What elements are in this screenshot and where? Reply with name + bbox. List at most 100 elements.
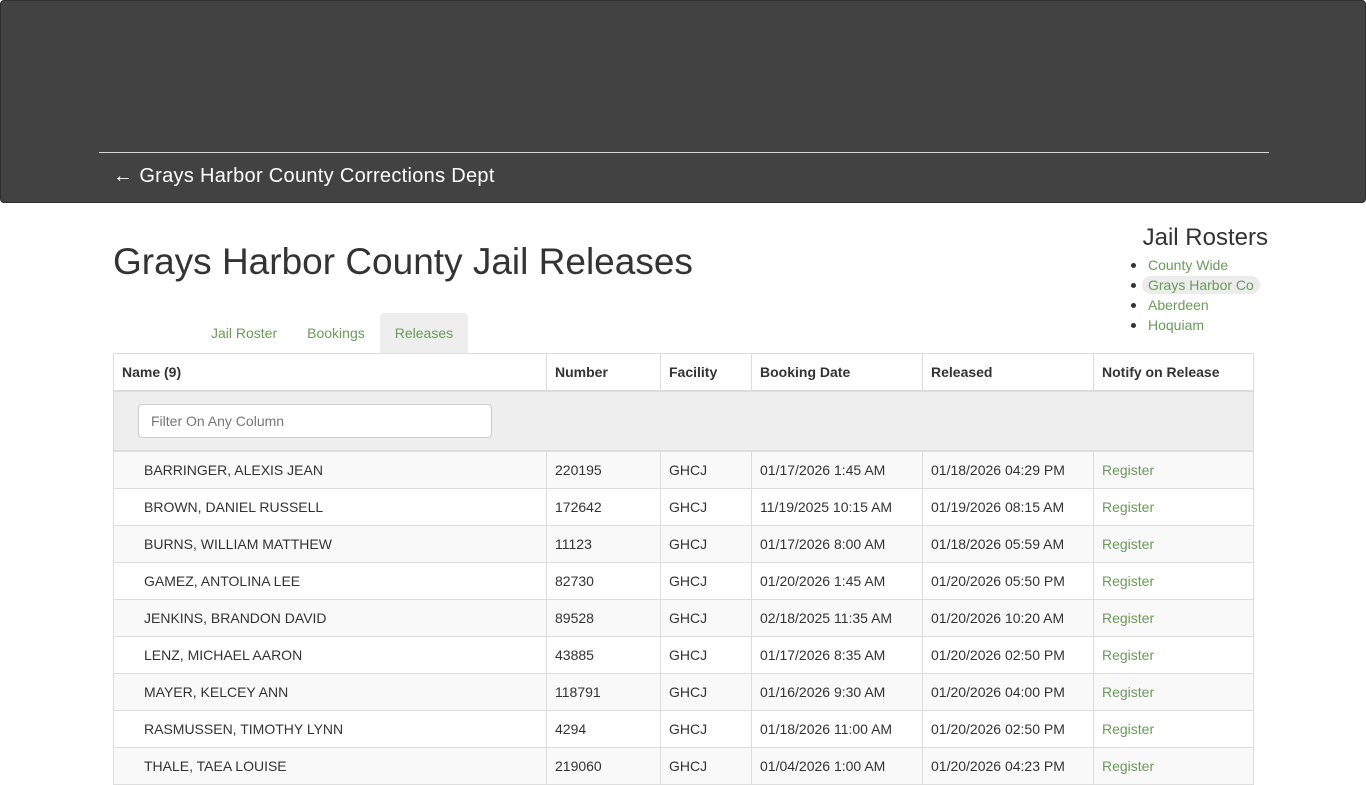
table-row: BURNS, WILLIAM MATTHEW 11123 GHCJ 01/17/202… xyxy=(113,525,1254,563)
booking-number-cell: 82730 xyxy=(546,562,661,600)
notify-cell: Register xyxy=(1093,599,1254,637)
roster-item-county-wide: County Wide xyxy=(1128,255,1268,275)
booking-date-cell: 02/18/2025 11:35 AM xyxy=(751,599,923,637)
roster-link-aberdeen[interactable]: Aberdeen xyxy=(1142,296,1215,314)
back-to-corrections-link[interactable]: ← Grays Harbor County Corrections Dept xyxy=(113,165,495,188)
booking-number-cell: 219060 xyxy=(546,747,661,785)
register-link[interactable]: Register xyxy=(1102,647,1154,663)
released-date-cell: 01/20/2026 04:23 PM xyxy=(922,747,1094,785)
booking-number-cell: 118791 xyxy=(546,673,661,711)
register-link[interactable]: Register xyxy=(1102,536,1154,552)
tab-bookings[interactable]: Bookings xyxy=(292,313,380,353)
inmate-name-cell: RASMUSSEN, TIMOTHY LYNN xyxy=(113,710,547,748)
register-link[interactable]: Register xyxy=(1102,573,1154,589)
tab-releases[interactable]: Releases xyxy=(379,313,469,353)
notify-cell: Register xyxy=(1093,673,1254,711)
column-header-notify[interactable]: Notify on Release xyxy=(1093,353,1254,392)
table-row: BARRINGER, ALEXIS JEAN 220195 GHCJ 01/17/20… xyxy=(113,450,1254,489)
facility-cell: GHCJ xyxy=(660,525,752,563)
facility-cell: GHCJ xyxy=(660,747,752,785)
released-date-cell: 01/20/2026 02:50 PM xyxy=(922,710,1094,748)
booking-number-cell: 89528 xyxy=(546,599,661,637)
filter-cell xyxy=(113,391,1254,452)
booking-number-cell: 220195 xyxy=(546,450,661,489)
booking-number-cell: 172642 xyxy=(546,488,661,526)
released-date-cell: 01/20/2026 02:50 PM xyxy=(922,636,1094,674)
notify-cell: Register xyxy=(1093,747,1254,785)
column-header-number[interactable]: Number xyxy=(546,353,661,392)
facility-cell: GHCJ xyxy=(660,599,752,637)
booking-date-cell: 01/04/2026 1:00 AM xyxy=(751,747,923,785)
column-header-booking-date[interactable]: Booking Date xyxy=(751,353,923,392)
inmate-name-cell: JENKINS, BRANDON DAVID xyxy=(113,599,547,637)
register-link[interactable]: Register xyxy=(1102,721,1154,737)
booking-number-cell: 11123 xyxy=(546,525,661,563)
column-header-released[interactable]: Released xyxy=(922,353,1094,392)
roster-link-hoquiam[interactable]: Hoquiam xyxy=(1142,316,1210,334)
notify-cell: Register xyxy=(1093,636,1254,674)
releases-table-container: Name (9) Number Facility Booking Date Re… xyxy=(113,353,1254,785)
released-date-cell: 01/20/2026 04:00 PM xyxy=(922,673,1094,711)
released-date-cell: 01/20/2026 10:20 AM xyxy=(922,599,1094,637)
register-link[interactable]: Register xyxy=(1102,610,1154,626)
back-arrow-icon: ← xyxy=(113,165,134,187)
facility-cell: GHCJ xyxy=(660,450,752,489)
booking-number-cell: 43885 xyxy=(546,636,661,674)
inmate-name-cell: GAMEZ, ANTOLINA LEE xyxy=(113,562,547,600)
table-row: MAYER, KELCEY ANN 118791 GHCJ 01/16/2026 9:… xyxy=(113,673,1254,711)
filter-row xyxy=(113,391,1254,452)
releases-table: Name (9) Number Facility Booking Date Re… xyxy=(113,353,1254,785)
booking-date-cell: 01/20/2026 1:45 AM xyxy=(751,562,923,600)
booking-date-cell: 01/18/2026 11:00 AM xyxy=(751,710,923,748)
released-date-cell: 01/18/2026 05:59 AM xyxy=(922,525,1094,563)
roster-item-aberdeen: Aberdeen xyxy=(1128,295,1268,315)
booking-date-cell: 01/17/2026 1:45 AM xyxy=(751,450,923,489)
page-title: Grays Harbor County Jail Releases xyxy=(113,241,693,282)
booking-number-cell: 4294 xyxy=(546,710,661,748)
header-divider xyxy=(99,152,1269,153)
notify-cell: Register xyxy=(1093,450,1254,489)
table-row: JENKINS, BRANDON DAVID 89528 GHCJ 02/18/202… xyxy=(113,599,1254,637)
booking-date-cell: 01/17/2026 8:35 AM xyxy=(751,636,923,674)
table-header-row: Name (9) Number Facility Booking Date Re… xyxy=(113,353,1254,392)
released-date-cell: 01/20/2026 05:50 PM xyxy=(922,562,1094,600)
inmate-name-cell: BARRINGER, ALEXIS JEAN xyxy=(113,450,547,489)
booking-date-cell: 11/19/2025 10:15 AM xyxy=(751,488,923,526)
site-header: ← Grays Harbor County Corrections Dept xyxy=(0,0,1366,203)
register-link[interactable]: Register xyxy=(1102,758,1154,774)
inmate-name-cell: MAYER, KELCEY ANN xyxy=(113,673,547,711)
column-header-facility[interactable]: Facility xyxy=(660,353,752,392)
register-link[interactable]: Register xyxy=(1102,499,1154,515)
roster-link-county-wide[interactable]: County Wide xyxy=(1142,256,1234,274)
facility-cell: GHCJ xyxy=(660,488,752,526)
roster-item-hoquiam: Hoquiam xyxy=(1128,315,1268,335)
table-row: RASMUSSEN, TIMOTHY LYNN 4294 GHCJ 01/18/202… xyxy=(113,710,1254,748)
jail-rosters-list: County Wide Grays Harbor Co Aberdeen Hoq… xyxy=(1128,255,1268,335)
inmate-name-cell: THALE, TAEA LOUISE xyxy=(113,747,547,785)
table-row: BROWN, DANIEL RUSSELL 172642 GHCJ 11/19/202… xyxy=(113,488,1254,526)
facility-cell: GHCJ xyxy=(660,636,752,674)
table-row: LENZ, MICHAEL AARON 43885 GHCJ 01/17/2026 8… xyxy=(113,636,1254,674)
roster-link-grays-harbor[interactable]: Grays Harbor Co xyxy=(1142,276,1260,294)
column-header-name[interactable]: Name (9) xyxy=(113,353,547,392)
filter-input[interactable] xyxy=(138,404,492,438)
released-date-cell: 01/18/2026 04:29 PM xyxy=(922,450,1094,489)
roster-item-grays-harbor: Grays Harbor Co xyxy=(1128,275,1268,295)
inmate-name-cell: BROWN, DANIEL RUSSELL xyxy=(113,488,547,526)
notify-cell: Register xyxy=(1093,710,1254,748)
register-link[interactable]: Register xyxy=(1102,684,1154,700)
inmate-name-cell: LENZ, MICHAEL AARON xyxy=(113,636,547,674)
releases-rows: BARRINGER, ALEXIS JEAN 220195 GHCJ 01/17/20… xyxy=(113,450,1254,785)
register-link[interactable]: Register xyxy=(1102,462,1154,478)
facility-cell: GHCJ xyxy=(660,710,752,748)
jail-rosters-title: Jail Rosters xyxy=(1142,224,1268,251)
roster-tabs: Jail Roster Bookings Releases xyxy=(196,313,469,353)
released-date-cell: 01/19/2026 08:15 AM xyxy=(922,488,1094,526)
table-row: THALE, TAEA LOUISE 219060 GHCJ 01/04/2026 1… xyxy=(113,747,1254,785)
table-row: GAMEZ, ANTOLINA LEE 82730 GHCJ 01/20/2026 1… xyxy=(113,562,1254,600)
facility-cell: GHCJ xyxy=(660,562,752,600)
facility-cell: GHCJ xyxy=(660,673,752,711)
tab-jail-roster[interactable]: Jail Roster xyxy=(196,313,292,353)
notify-cell: Register xyxy=(1093,488,1254,526)
notify-cell: Register xyxy=(1093,562,1254,600)
